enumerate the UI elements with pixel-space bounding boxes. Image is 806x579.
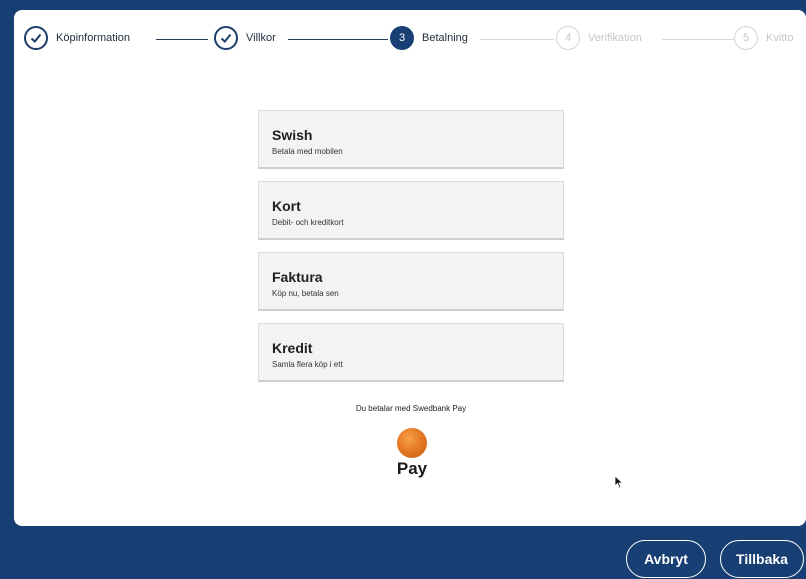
pay-logo-text: Pay [396, 459, 428, 478]
swedbank-pay-logo: Pay [392, 428, 432, 478]
swedbank-oak-icon [397, 428, 427, 458]
step-kopinformation: Köpinformation [24, 26, 130, 50]
step-number: 3 [390, 26, 414, 50]
payment-option-kort[interactable]: Kort Debit- och kreditkort [258, 181, 564, 240]
option-title: Kredit [272, 340, 313, 356]
option-subtitle: Debit- och kreditkort [272, 218, 344, 227]
step-connector [662, 39, 734, 40]
checkout-panel: Köpinformation Villkor 3 Betalning 4 Ver… [14, 10, 806, 526]
step-connector [288, 39, 388, 40]
step-connector [480, 39, 554, 40]
progress-stepper: Köpinformation Villkor 3 Betalning 4 Ver… [24, 24, 806, 56]
cancel-button[interactable]: Avbryt [626, 540, 706, 578]
checkmark-icon [214, 26, 238, 50]
step-villkor: Villkor [214, 26, 276, 50]
step-number: 5 [734, 26, 758, 50]
step-label: Verifikation [588, 32, 642, 44]
option-title: Faktura [272, 269, 323, 285]
step-label: Kvitto [766, 32, 794, 44]
option-subtitle: Betala med mobilen [272, 147, 343, 156]
step-kvitto: 5 Kvitto [734, 26, 794, 50]
payment-provider-info: Du betalar med Swedbank Pay [355, 404, 467, 413]
payment-option-kredit[interactable]: Kredit Samla flera köp i ett [258, 323, 564, 382]
payment-options: Swish Betala med mobilen Kort Debit- och… [258, 110, 564, 394]
step-verifikation: 4 Verifikation [556, 26, 642, 50]
option-subtitle: Samla flera köp i ett [272, 360, 343, 369]
back-button[interactable]: Tillbaka [720, 540, 804, 578]
step-label: Betalning [422, 32, 468, 44]
step-betalning: 3 Betalning [390, 26, 468, 50]
step-connector [156, 39, 208, 40]
mouse-pointer-icon [614, 475, 624, 489]
step-number: 4 [556, 26, 580, 50]
step-label: Villkor [246, 32, 276, 44]
option-title: Swish [272, 127, 313, 143]
payment-option-swish[interactable]: Swish Betala med mobilen [258, 110, 564, 169]
option-title: Kort [272, 198, 301, 214]
step-label: Köpinformation [56, 32, 130, 44]
option-subtitle: Köp nu, betala sen [272, 289, 339, 298]
checkmark-icon [24, 26, 48, 50]
payment-option-faktura[interactable]: Faktura Köp nu, betala sen [258, 252, 564, 311]
